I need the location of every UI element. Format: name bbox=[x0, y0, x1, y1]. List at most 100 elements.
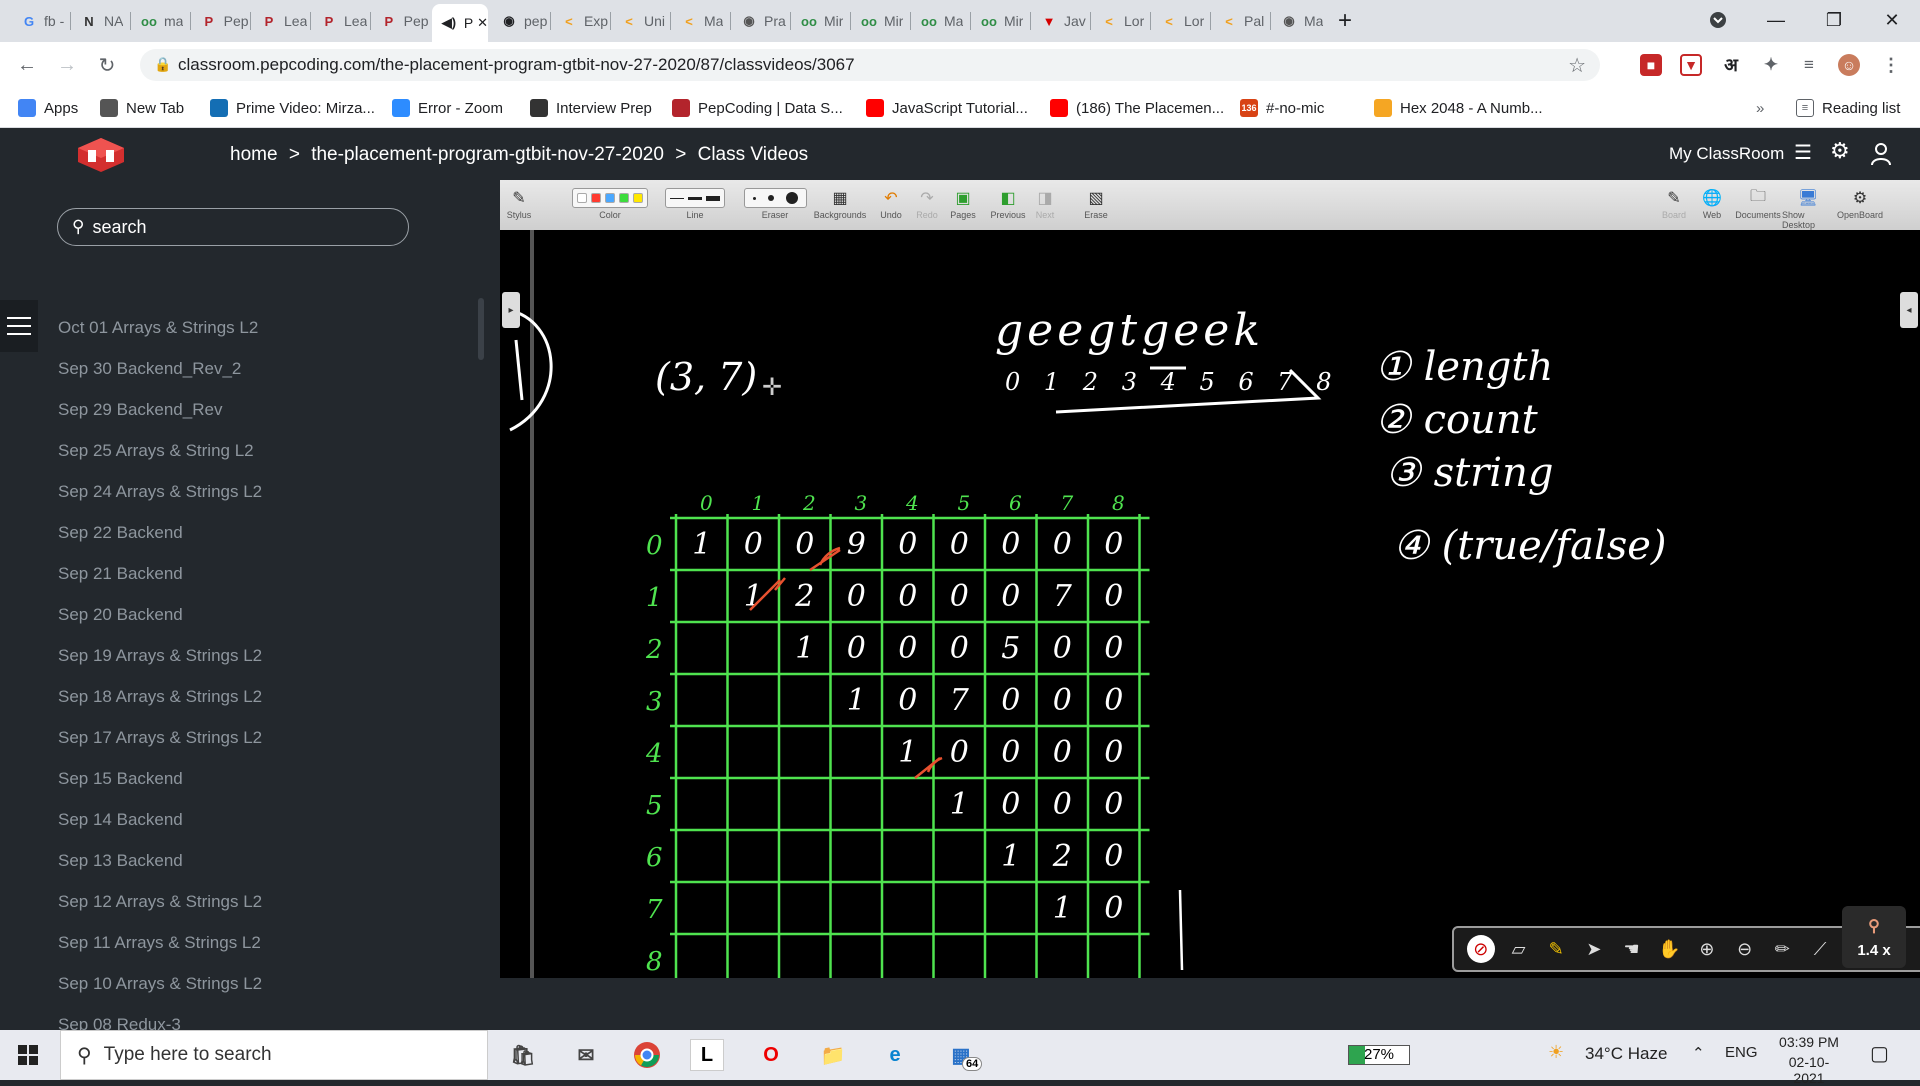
sidebar-video-item[interactable]: Sep 20 Backend bbox=[58, 605, 183, 625]
extension-shield-icon[interactable]: ■ bbox=[1640, 54, 1662, 76]
bookmark-item[interactable]: Apps bbox=[18, 97, 78, 119]
color-swatch[interactable] bbox=[605, 193, 615, 203]
tab[interactable]: ◀) P ✕ bbox=[432, 4, 488, 42]
color-swatch[interactable] bbox=[591, 193, 601, 203]
hamburger-menu-icon[interactable] bbox=[0, 300, 38, 352]
hand-tool-icon[interactable]: ✋ bbox=[1655, 935, 1683, 963]
toolbar-show-desktop-button[interactable]: 🖥 Show Desktop bbox=[1782, 186, 1834, 230]
tab[interactable]: ◉ pep bbox=[492, 6, 548, 36]
sidebar-video-item[interactable]: Sep 12 Arrays & Strings L2 bbox=[58, 892, 262, 912]
toolbar-line-button[interactable]: Line bbox=[650, 186, 740, 220]
tab[interactable]: oo Mir bbox=[972, 6, 1028, 36]
my-classroom-link[interactable]: My ClassRoom bbox=[1669, 144, 1784, 164]
chrome-icon[interactable] bbox=[630, 1039, 664, 1071]
bookmark-star-icon[interactable]: ☆ bbox=[1568, 53, 1586, 78]
eraser-tool-icon[interactable]: ▱ bbox=[1505, 935, 1533, 963]
sidebar-video-item[interactable]: Sep 21 Backend bbox=[58, 564, 183, 584]
tab[interactable]: oo ma bbox=[132, 6, 188, 36]
toolbar-next-button[interactable]: ◨ Next bbox=[1030, 186, 1060, 220]
sidebar-video-item[interactable]: Sep 18 Arrays & Strings L2 bbox=[58, 687, 262, 707]
video-search-input[interactable]: ⚲ search bbox=[57, 208, 409, 246]
tab[interactable]: < Exp bbox=[552, 6, 608, 36]
bookmark-item[interactable]: PepCoding | Data S... bbox=[672, 97, 843, 119]
pepcoding-logo[interactable] bbox=[76, 136, 126, 174]
sidebar-video-item[interactable]: Sep 10 Arrays & Strings L2 bbox=[58, 974, 262, 994]
tray-overflow-icon[interactable]: ⌃ bbox=[1692, 1044, 1705, 1062]
color-swatch[interactable] bbox=[619, 193, 629, 203]
notification-icon[interactable]: ▢ bbox=[1870, 1041, 1889, 1066]
toolbar-board-button[interactable]: ✎ Board bbox=[1656, 186, 1692, 220]
tab[interactable]: oo Ma bbox=[912, 6, 968, 36]
toolbar-erase-button[interactable]: ▧ Erase bbox=[1076, 186, 1116, 220]
line-width-option[interactable] bbox=[706, 195, 720, 201]
minimize-icon[interactable]: — bbox=[1748, 0, 1804, 40]
toolbar-openboard-button[interactable]: ⚙ OpenBoard bbox=[1834, 186, 1886, 220]
bookmark-item[interactable]: Hex 2048 - A Numb... bbox=[1374, 97, 1543, 119]
sidebar-video-item[interactable]: Sep 25 Arrays & String L2 bbox=[58, 441, 254, 461]
battery-indicator[interactable]: 27% bbox=[1348, 1045, 1410, 1065]
clock[interactable]: 03:39 PM 02-10-2021 bbox=[1776, 1034, 1842, 1086]
media-queue-icon[interactable]: ≡ bbox=[1798, 54, 1820, 76]
app-with-badge-icon[interactable]: ▦ 64 bbox=[944, 1039, 983, 1071]
breadcrumb-class-videos[interactable]: Class Videos bbox=[698, 144, 809, 165]
tab[interactable]: P Lea bbox=[312, 6, 368, 36]
store-icon[interactable]: 🛍 bbox=[506, 1039, 540, 1071]
sidebar-video-item[interactable]: Sep 14 Backend bbox=[58, 810, 183, 830]
tab[interactable]: < Ma bbox=[672, 6, 728, 36]
close-tab-icon[interactable]: ✕ bbox=[477, 15, 488, 31]
taskbar-search[interactable]: ⚲ Type here to search bbox=[60, 1030, 488, 1080]
toolbar-undo-button[interactable]: ↶ Undo bbox=[876, 186, 906, 220]
tab[interactable]: < Uni bbox=[612, 6, 668, 36]
profile-avatar[interactable]: ☺ bbox=[1838, 54, 1860, 76]
toolbar-documents-button[interactable]: 🗀 Documents bbox=[1734, 186, 1782, 221]
file-explorer-icon[interactable]: 📁 bbox=[816, 1039, 850, 1071]
tab[interactable]: < Lor bbox=[1152, 6, 1208, 36]
line-tool-icon[interactable]: ⟋ bbox=[1806, 935, 1834, 963]
toolbar-previous-button[interactable]: ◧ Previous bbox=[990, 186, 1026, 220]
tab[interactable]: P Pep bbox=[192, 6, 248, 36]
tab[interactable]: ◉ Pra bbox=[732, 6, 788, 36]
close-window-icon[interactable]: ✕ bbox=[1864, 0, 1920, 40]
tab[interactable]: Gfb - bbox=[12, 6, 68, 36]
tab[interactable]: ▼ Jav bbox=[1032, 6, 1088, 36]
toolbar-pages-button[interactable]: ▣ Pages bbox=[946, 186, 980, 220]
address-bar[interactable]: 🔒 classroom.pepcoding.com/the-placement-… bbox=[140, 49, 1600, 81]
interact-tool-icon[interactable]: ☚ bbox=[1618, 935, 1646, 963]
tab[interactable]: < Lor bbox=[1092, 6, 1148, 36]
toolbar-web-button[interactable]: 🌐 Web bbox=[1694, 186, 1730, 220]
language-indicator[interactable]: ENG bbox=[1725, 1044, 1758, 1061]
sidebar-scrollbar[interactable] bbox=[478, 298, 484, 360]
reading-list-button[interactable]: ≡ Reading list bbox=[1796, 97, 1900, 119]
reload-icon[interactable]: ↻ bbox=[92, 50, 122, 80]
video-player[interactable]: ✎ Stylus Color Line Eraser ▦ Backgrounds ↶ Undo ↷… bbox=[500, 180, 1920, 978]
eraser-size-option[interactable] bbox=[785, 192, 798, 204]
bookmark-item[interactable]: Error - Zoom bbox=[392, 97, 503, 119]
breadcrumb-home[interactable]: home bbox=[230, 144, 278, 165]
bookmark-item[interactable]: Prime Video: Mirza... bbox=[210, 97, 375, 119]
sidebar-video-item[interactable]: Sep 22 Backend bbox=[58, 523, 183, 543]
pen-tool-icon[interactable]: ⊘ bbox=[1466, 935, 1495, 963]
tab[interactable]: ◉ Ma bbox=[1272, 6, 1328, 36]
restore-icon[interactable]: ❐ bbox=[1806, 0, 1862, 40]
sidebar-video-item[interactable]: Oct 01 Arrays & Strings L2 bbox=[58, 318, 258, 338]
user-profile-icon[interactable] bbox=[1870, 142, 1892, 166]
sidebar-video-item[interactable]: Sep 15 Backend bbox=[58, 769, 183, 789]
marker-tool-icon[interactable]: ✎ bbox=[1542, 935, 1570, 963]
new-tab-button[interactable]: + bbox=[1338, 6, 1352, 36]
opera-icon[interactable]: O bbox=[754, 1039, 788, 1071]
sidebar-video-item[interactable]: Sep 30 Backend_Rev_2 bbox=[58, 359, 241, 379]
tab[interactable]: N NA bbox=[72, 6, 128, 36]
back-icon[interactable]: ← bbox=[12, 50, 42, 80]
tab[interactable]: P Lea bbox=[252, 6, 308, 36]
eraser-size-option[interactable] bbox=[767, 195, 774, 201]
breadcrumb-course[interactable]: the-placement-program-gtbit-nov-27-2020 bbox=[311, 144, 664, 165]
tab[interactable]: oo Mir bbox=[792, 6, 848, 36]
bookmark-item[interactable]: Interview Prep bbox=[530, 97, 652, 119]
color-swatch[interactable] bbox=[577, 193, 587, 203]
toolbar-backgrounds-button[interactable]: ▦ Backgrounds bbox=[812, 186, 868, 220]
tab-search-icon[interactable] bbox=[1690, 0, 1746, 40]
bookmark-item[interactable]: JavaScript Tutorial... bbox=[866, 97, 1028, 119]
color-swatch[interactable] bbox=[633, 193, 643, 203]
bookmark-item[interactable]: New Tab bbox=[100, 97, 184, 119]
settings-gear-icon[interactable]: ⚙ bbox=[1830, 138, 1850, 164]
